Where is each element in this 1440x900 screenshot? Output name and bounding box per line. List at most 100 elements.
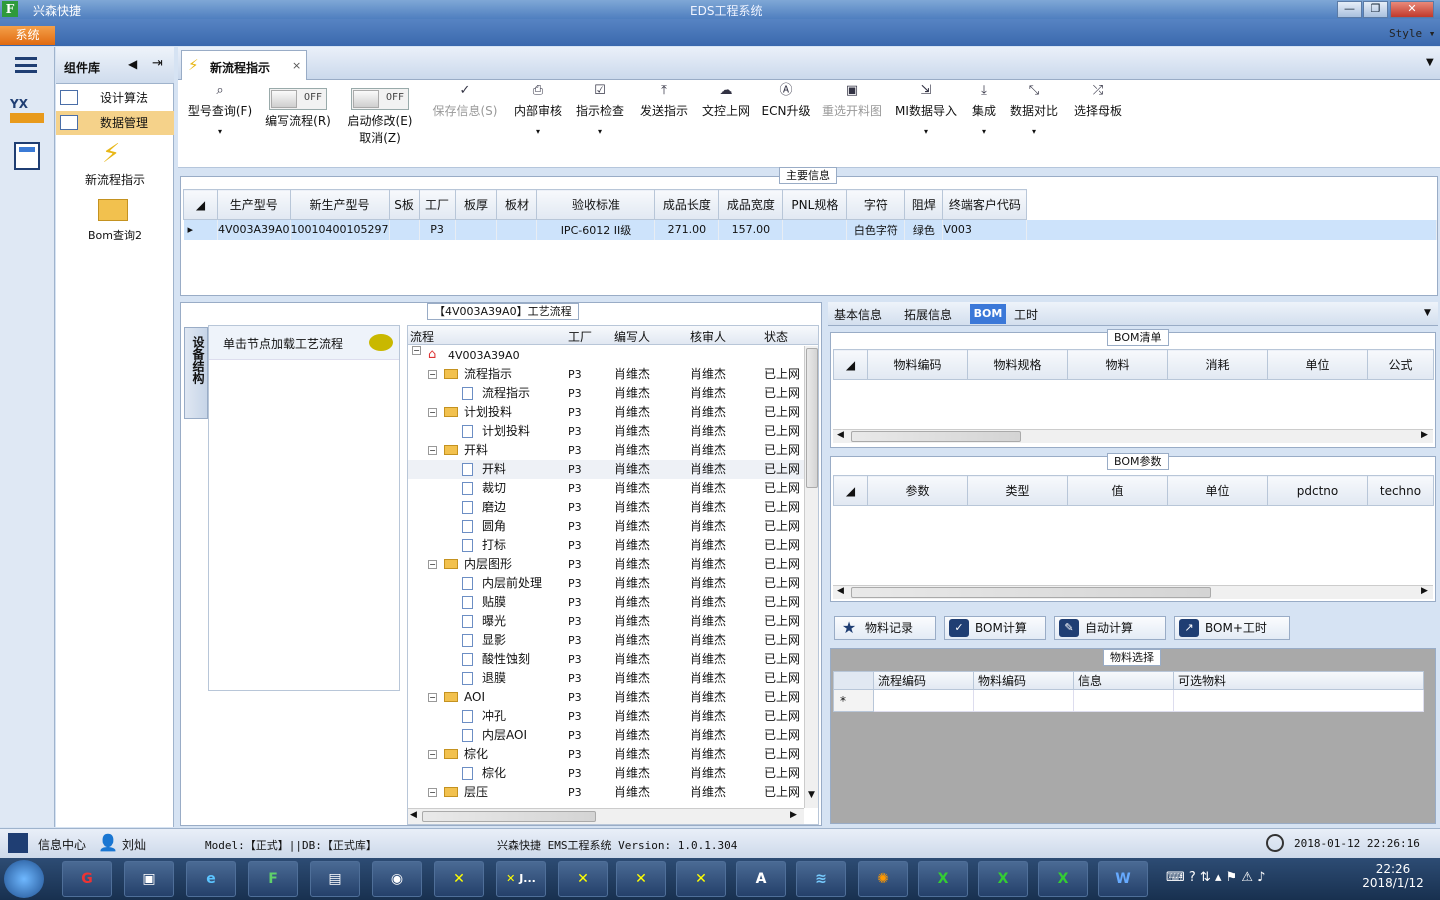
column-header[interactable]: 板厚 [454, 189, 498, 220]
column-header[interactable]: 公式 [1367, 349, 1434, 380]
tab-new-process-instruction[interactable]: ⚡ 新流程指示 × [181, 50, 307, 81]
collapse-icon[interactable]: − [428, 788, 437, 797]
column-header[interactable]: 成品长度 [654, 189, 720, 220]
shell-icon[interactable]: ✺ [858, 861, 908, 897]
calculator-icon[interactable] [14, 142, 40, 170]
column-header[interactable]: 流程编码 [873, 671, 974, 690]
material-record-button[interactable]: ★ 物料记录 [834, 616, 936, 640]
tray-clock[interactable]: 22:26 2018/1/12 [1358, 862, 1428, 890]
column-header[interactable]: 单位 [1167, 475, 1268, 506]
word-app-icon[interactable]: W [1098, 861, 1148, 897]
column-header[interactable]: S板 [388, 189, 420, 220]
tree-row[interactable]: 内层前处理 P3 肖维杰 肖维杰 已上网 [408, 574, 818, 593]
collapse-icon[interactable]: − [428, 370, 437, 379]
tree-row[interactable]: 开料 P3 肖维杰 肖维杰 已上网 [408, 460, 818, 479]
excel-file-icon[interactable]: ✕ [434, 861, 484, 897]
collapse-icon[interactable]: − [428, 446, 437, 455]
tree-row[interactable]: − AOI P3 肖维杰 肖维杰 已上网 [408, 688, 818, 707]
internal-review-button[interactable]: ⎙ 内部审核 ▾ [508, 80, 568, 164]
collapse-icon[interactable]: − [428, 693, 437, 702]
tree-row[interactable]: 圆角 P3 肖维杰 肖维杰 已上网 [408, 517, 818, 536]
bom-calc-button[interactable]: ✓ BOM计算 [944, 616, 1046, 640]
column-header[interactable]: 物料编码 [973, 671, 1074, 690]
column-header[interactable]: 类型 [967, 475, 1068, 506]
style-dropdown[interactable]: Style ▾ [1389, 27, 1435, 40]
tree-row[interactable]: 显影 P3 肖维杰 肖维杰 已上网 [408, 631, 818, 650]
bom-params-hscrollbar[interactable]: ◀ ▶ [833, 585, 1433, 599]
ecn-upgrade-button[interactable]: Ⓐ ECN升级 [760, 80, 812, 164]
column-header[interactable]: techno [1367, 475, 1434, 506]
instruction-check-button[interactable]: ☑ 指示检查 ▾ [572, 80, 628, 164]
column-header[interactable]: 状态 [764, 328, 788, 345]
collapse-left-icon[interactable]: ◀ [128, 57, 137, 71]
column-header[interactable]: 核审人 [690, 328, 726, 345]
tab-basic-info[interactable]: 基本信息 [834, 306, 882, 323]
excel-file-icon-3[interactable]: ✕ [558, 861, 608, 897]
scroll-right-icon[interactable]: ▶ [790, 810, 797, 820]
table-row[interactable]: ▸ 4V003A39A0 10010400105297 P3 IPC-6012 … [183, 219, 1437, 240]
sidebar-item-data-management[interactable]: 数据管理 [56, 111, 174, 135]
tree-row[interactable]: 曝光 P3 肖维杰 肖维杰 已上网 [408, 612, 818, 631]
column-header[interactable]: 物料 [1067, 349, 1168, 380]
yx-factory-icon[interactable]: YX [10, 97, 44, 127]
excel-file-icon-2[interactable]: ✕ J... [496, 861, 546, 897]
scroll-left-icon[interactable]: ◀ [410, 810, 417, 820]
reselect-cutting-button[interactable]: ▣ 重选开料图 [818, 80, 886, 164]
grid-icon[interactable] [8, 833, 28, 853]
bom-work-hours-button[interactable]: ↗ BOM+工时 [1174, 616, 1290, 640]
model-query-button[interactable]: ⌕ 型号查询(F) ▾ [182, 80, 258, 164]
select-motherboard-button[interactable]: ⤮ 选择母板 [1070, 80, 1126, 164]
scroll-down-icon[interactable]: ▼ [808, 790, 815, 800]
column-header[interactable]: 信息 [1073, 671, 1174, 690]
column-header[interactable]: 终端客户代码 [942, 189, 1028, 220]
tab-list-dropdown-icon[interactable]: ▼ [1424, 308, 1431, 318]
scroll-thumb[interactable] [422, 811, 596, 822]
start-modify-toggle[interactable]: OFF 启动修改(E) 取消(Z) [344, 80, 416, 164]
ie-browser-icon[interactable]: e [186, 861, 236, 897]
tree-root-row[interactable]: − ⌂ 4V003A39A0 [408, 346, 818, 365]
tree-row[interactable]: − 开料 P3 肖维杰 肖维杰 已上网 [408, 441, 818, 460]
system-tray-icons[interactable]: ⌨ ? ⇅ ▴ ⚑ ⚠ ♪ [1166, 870, 1265, 885]
new-process-instruction-item[interactable]: ⚡ 新流程指示 [56, 137, 174, 187]
tab-work-hours[interactable]: 工时 [1014, 306, 1038, 323]
tree-row[interactable]: 内层AOI P3 肖维杰 肖维杰 已上网 [408, 726, 818, 745]
tree-row[interactable]: 流程指示 P3 肖维杰 肖维杰 已上网 [408, 384, 818, 403]
auto-calc-button[interactable]: ✎ 自动计算 [1054, 616, 1166, 640]
integrate-button[interactable]: ⤓ 集成 ▾ [966, 80, 1002, 164]
collapse-icon[interactable]: − [428, 560, 437, 569]
scroll-right-icon[interactable]: ▶ [1421, 430, 1428, 440]
column-header[interactable]: 新生产型号 [289, 189, 390, 220]
column-header[interactable]: 工厂 [418, 189, 456, 220]
cell[interactable] [1073, 689, 1174, 712]
bom-query2-item[interactable]: Bom查询2 [56, 195, 174, 242]
column-header[interactable]: 流程 [410, 328, 434, 345]
hamburger-menu-icon[interactable] [15, 57, 37, 73]
scroll-thumb[interactable] [851, 431, 1021, 442]
close-window-button[interactable]: ✕ [1390, 1, 1434, 18]
column-header[interactable]: 成品宽度 [718, 189, 784, 220]
column-header[interactable]: 消耗 [1167, 349, 1268, 380]
tree-row[interactable]: 裁切 P3 肖维杰 肖维杰 已上网 [408, 479, 818, 498]
column-header[interactable]: pdctno [1267, 475, 1368, 506]
excel-app-icon[interactable]: X [918, 861, 968, 897]
scroll-thumb[interactable] [851, 587, 1211, 598]
write-process-toggle[interactable]: OFF 编写流程(R) [260, 80, 336, 164]
send-instruction-button[interactable]: ⤒ 发送指示 [634, 80, 694, 164]
tree-row[interactable]: − 计划投料 P3 肖维杰 肖维杰 已上网 [408, 403, 818, 422]
column-header[interactable]: 验收标准 [536, 189, 656, 220]
collapse-icon[interactable]: − [428, 408, 437, 417]
excel-file-icon-5[interactable]: ✕ [676, 861, 726, 897]
scroll-left-icon[interactable]: ◀ [837, 586, 844, 596]
bom-list-hscrollbar[interactable]: ◀ ▶ [833, 429, 1433, 443]
tree-row[interactable]: 磨边 P3 肖维杰 肖维杰 已上网 [408, 498, 818, 517]
tree-row[interactable]: − 流程指示 P3 肖维杰 肖维杰 已上网 [408, 365, 818, 384]
column-header[interactable]: 板材 [496, 189, 538, 220]
column-header[interactable]: 字符 [846, 189, 906, 220]
tree-horizontal-scrollbar[interactable]: ◀ ▶ [408, 808, 804, 824]
column-header[interactable]: 编写人 [614, 328, 650, 345]
excel-app-icon-3[interactable]: X [1038, 861, 1088, 897]
excel-app-icon-2[interactable]: X [978, 861, 1028, 897]
excel-file-icon-4[interactable]: ✕ [616, 861, 666, 897]
pin-icon[interactable]: ⇥ [152, 56, 163, 71]
minimize-button[interactable]: — [1337, 1, 1362, 18]
